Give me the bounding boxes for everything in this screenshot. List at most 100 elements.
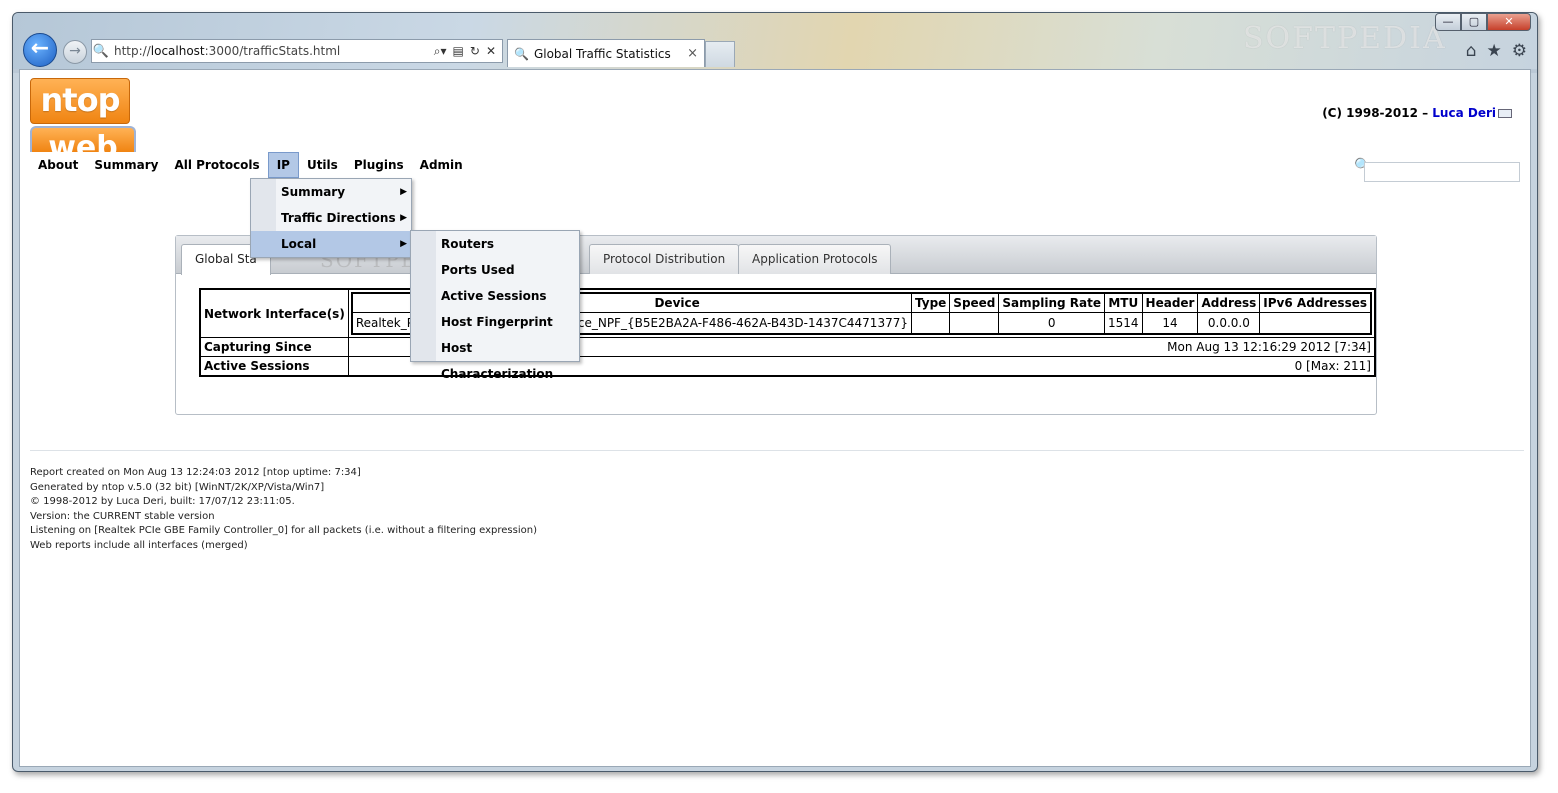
iface-address: 0.0.0.0	[1197, 312, 1261, 335]
maximize-button[interactable]: ▢	[1461, 13, 1487, 31]
iface-header: 14	[1141, 312, 1199, 335]
ip-menu-summary[interactable]: Summary ▶	[251, 179, 411, 205]
page-favicon-icon: 🔍	[92, 43, 110, 59]
submenu-arrow-icon: ▶	[400, 213, 407, 223]
main-menu: About Summary All Protocols IP Utils Plu…	[30, 152, 471, 178]
softpedia-watermark: SOFTPEDIA	[1243, 21, 1447, 56]
menu-gutter	[411, 257, 436, 283]
ip-menu-summary-label: Summary	[281, 185, 346, 199]
magnifier-icon[interactable]: ⌕▾	[434, 44, 447, 59]
menu-utils[interactable]: Utils	[299, 152, 346, 178]
mail-icon[interactable]	[1498, 109, 1512, 118]
local-submenu: Routers Ports Used Active Sessions Host …	[410, 230, 580, 381]
ip-menu-local-label: Local	[281, 237, 317, 251]
local-menu-host-characterization[interactable]: Host Characterization	[411, 335, 579, 381]
footer-line: Web reports include all interfaces (merg…	[30, 539, 248, 551]
row-header-capturing-since: Capturing Since	[199, 337, 349, 357]
browser-command-icons: ⌂ ★ ⚙	[1466, 41, 1527, 61]
compatibility-view-icon[interactable]: ▤	[453, 44, 464, 59]
menu-plugins[interactable]: Plugins	[346, 152, 412, 178]
address-bar[interactable]: 🔍 http://localhost:3000/trafficStats.htm…	[91, 39, 503, 63]
menu-admin[interactable]: Admin	[412, 152, 471, 178]
tab-protocol-distribution[interactable]: Protocol Distribution	[589, 244, 740, 274]
col-header-type: Type	[910, 292, 951, 313]
author-link[interactable]: Luca Deri	[1432, 106, 1496, 120]
close-button[interactable]: ✕	[1487, 13, 1531, 31]
local-menu-routers[interactable]: Routers	[411, 231, 579, 257]
submenu-arrow-icon: ▶	[400, 239, 407, 249]
refresh-icon[interactable]: ↻	[470, 44, 480, 59]
menu-about[interactable]: About	[30, 152, 86, 178]
copyright-notice: (C) 1998-2012 – Luca Deri	[1322, 106, 1512, 120]
url-path: :3000/trafficStats.html	[204, 44, 341, 58]
report-footer: Report created on Mon Aug 13 12:24:03 20…	[30, 450, 1524, 554]
url-host: localhost	[150, 44, 205, 58]
tab-title: Global Traffic Statistics	[533, 46, 671, 61]
address-tools: ⌕▾ ▤ ↻ ✕	[434, 44, 502, 59]
col-header-speed: Speed	[949, 292, 1000, 313]
ntop-web-logo: web	[30, 126, 136, 152]
footer-line: Version: the CURRENT stable version	[30, 510, 215, 522]
local-menu-ports-used[interactable]: Ports Used	[411, 257, 579, 283]
ntop-logo[interactable]: ntop	[30, 78, 130, 124]
iface-sampling-rate: 0	[998, 312, 1105, 335]
browser-tab[interactable]: 🔍 Global Traffic Statistics ×	[507, 39, 705, 67]
footer-line: Report created on Mon Aug 13 12:24:03 20…	[30, 467, 361, 478]
menu-gutter	[411, 231, 436, 257]
menu-gutter	[411, 283, 436, 309]
global-stats-table: Network Interface(s) Device Type Speed S…	[199, 288, 1376, 377]
local-menu-active-sessions[interactable]: Active Sessions	[411, 283, 579, 309]
tab-application-protocols[interactable]: Application Protocols	[738, 244, 892, 274]
local-menu-active-sessions-label: Active Sessions	[441, 289, 547, 303]
ip-menu-traffic-directions[interactable]: Traffic Directions ▶	[251, 205, 411, 231]
local-menu-ports-used-label: Ports Used	[441, 263, 515, 277]
iface-mtu: 1514	[1104, 312, 1143, 335]
submenu-arrow-icon: ▶	[400, 187, 407, 197]
menu-ip[interactable]: IP	[267, 152, 299, 178]
page-content: ntop web (C) 1998-2012 – Luca Deri About…	[19, 69, 1531, 767]
footer-line: © 1998-2012 by Luca Deri, built: 17/07/1…	[30, 496, 295, 508]
menu-gutter	[251, 231, 276, 257]
ip-menu-local[interactable]: Local ▶	[251, 231, 411, 257]
col-header-mtu: MTU	[1104, 292, 1143, 313]
tab-close-icon[interactable]: ×	[687, 46, 698, 61]
iface-ipv6	[1259, 312, 1372, 335]
home-icon[interactable]: ⌂	[1466, 41, 1477, 61]
copyright-text: (C) 1998-2012 –	[1322, 106, 1433, 120]
local-menu-host-fingerprint-label: Host Fingerprint	[441, 315, 553, 329]
local-menu-host-characterization-label: Host Characterization	[441, 341, 554, 381]
col-header-address: Address	[1197, 292, 1261, 313]
menu-gutter	[411, 335, 436, 361]
col-header-ipv6-addresses: IPv6 Addresses	[1259, 292, 1372, 313]
menu-summary[interactable]: Summary	[86, 152, 166, 178]
minimize-button[interactable]: —	[1435, 13, 1461, 31]
ip-menu-traffic-directions-label: Traffic Directions	[281, 211, 396, 225]
footer-line: Generated by ntop v.5.0 (32 bit) [WinNT/…	[30, 481, 325, 493]
new-tab-button[interactable]	[705, 41, 735, 67]
browser-window: SOFTPEDIA — ▢ ✕ ← → 🔍 http://localhost:3…	[12, 12, 1538, 772]
browser-chrome: SOFTPEDIA — ▢ ✕ ← → 🔍 http://localhost:3…	[13, 13, 1537, 69]
stats-panel: Global Sta Protocol Distribution Applica…	[175, 235, 1377, 415]
local-menu-host-fingerprint[interactable]: Host Fingerprint	[411, 309, 579, 335]
tab-favicon-icon: 🔍	[514, 46, 529, 61]
back-arrow-icon[interactable]: ←	[23, 33, 57, 67]
menu-gutter	[251, 205, 276, 231]
table-row: Active Sessions 0 [Max: 211]	[199, 356, 1376, 377]
menu-all-protocols[interactable]: All Protocols	[166, 152, 267, 178]
forward-arrow-icon[interactable]: →	[63, 40, 87, 64]
window-controls: — ▢ ✕	[1435, 13, 1531, 31]
row-header-active-sessions: Active Sessions	[199, 356, 349, 377]
search-input[interactable]	[1364, 162, 1520, 182]
star-icon[interactable]: ★	[1487, 41, 1502, 61]
url-scheme: http://	[114, 44, 151, 58]
stop-icon[interactable]: ✕	[486, 44, 496, 59]
gear-icon[interactable]: ⚙	[1512, 41, 1527, 61]
col-header-header: Header	[1141, 292, 1199, 313]
table-row: Capturing Since Mon Aug 13 12:16:29 2012…	[199, 337, 1376, 357]
iface-speed	[949, 312, 1000, 335]
ip-dropdown-menu: Summary ▶ Traffic Directions ▶ Local ▶	[250, 178, 412, 258]
footer-line: Listening on [Realtek PCIe GBE Family Co…	[30, 525, 537, 537]
url-text[interactable]: http://localhost:3000/trafficStats.html	[110, 44, 434, 58]
row-header-network-interfaces: Network Interface(s)	[199, 288, 349, 338]
menu-gutter	[411, 309, 436, 335]
